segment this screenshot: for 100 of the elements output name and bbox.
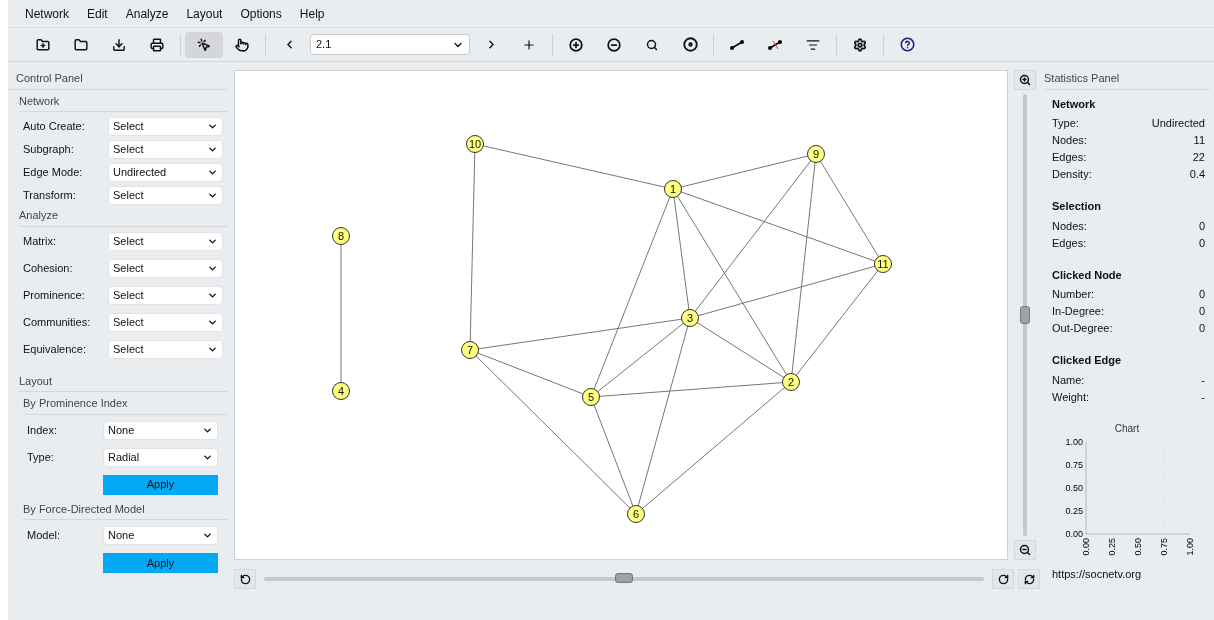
minus-circle-icon	[607, 37, 621, 52]
apply-button[interactable]: Apply	[103, 474, 218, 495]
panel-title: Control Panel	[8, 70, 228, 90]
dropdown[interactable]: None	[103, 420, 218, 440]
field-label: Matrix:	[23, 233, 57, 249]
chevron-icon	[207, 121, 218, 132]
stat-label: Nodes:	[1052, 133, 1087, 148]
help-icon	[899, 37, 915, 52]
node[interactable]: 2	[782, 373, 800, 391]
x-tick-label: 0.50	[1133, 537, 1143, 556]
node[interactable]: 6	[627, 505, 645, 523]
rotate-right-button[interactable]	[992, 569, 1014, 589]
node[interactable]: 4	[332, 382, 350, 400]
plus-icon	[522, 37, 536, 52]
node[interactable]: 11	[874, 255, 892, 273]
dropdown[interactable]: Select	[108, 186, 223, 205]
field-label: Prominence:	[23, 287, 86, 303]
apply-button[interactable]: Apply	[103, 553, 218, 573]
refresh-icon	[1023, 573, 1035, 585]
cursor-icon	[197, 37, 211, 52]
dropdown[interactable]: Select	[108, 231, 223, 251]
folder-plus-icon	[36, 37, 50, 52]
field-label: Transform:	[23, 188, 77, 204]
group-title: By Prominence Index	[23, 395, 228, 415]
menu-item[interactable]: Network	[16, 4, 78, 23]
node[interactable]: 3	[681, 309, 699, 327]
stat-value: 0	[1198, 321, 1205, 336]
stat-value: 0	[1198, 287, 1205, 302]
chevron-icon	[207, 144, 218, 155]
stat-value: 0	[1198, 235, 1205, 251]
zoom-out-button[interactable]	[1014, 540, 1036, 560]
print-icon	[150, 37, 164, 52]
chevron-icon	[202, 530, 213, 541]
menu-item[interactable]: Edit	[78, 4, 117, 23]
stat-value: -	[1201, 389, 1205, 405]
chevron-icon	[207, 190, 218, 201]
settings-icon	[853, 37, 867, 52]
stat-label: Weight:	[1052, 389, 1090, 405]
hand-icon	[235, 37, 249, 52]
rotate-left-icon	[239, 573, 251, 585]
download-icon	[112, 37, 126, 52]
menu-item[interactable]: Help	[290, 4, 334, 23]
section-heading: Clicked Edge	[1052, 353, 1123, 368]
stat-value: 0.4	[1189, 167, 1205, 182]
stat-label: Edges:	[1052, 235, 1087, 251]
rotate-left-button[interactable]	[234, 569, 256, 589]
slider-handle[interactable]	[615, 573, 633, 583]
field-label: Type:	[27, 449, 55, 465]
stat-label: In-Degree:	[1052, 304, 1104, 319]
x-tick-label: 1.00	[1185, 537, 1195, 556]
dropdown[interactable]: None	[103, 526, 218, 545]
section-heading: Clicked Node	[1052, 267, 1123, 283]
node[interactable]: 1	[664, 180, 682, 198]
search-icon	[646, 38, 658, 51]
field-label: Subgraph:	[23, 142, 75, 158]
node[interactable]: 8	[332, 227, 350, 245]
edge-icon	[730, 39, 744, 50]
dropdown[interactable]: Select	[108, 258, 223, 278]
stat-label: Type:	[1052, 116, 1079, 131]
node[interactable]: 10	[466, 135, 484, 153]
node[interactable]: 5	[582, 388, 600, 406]
filter-icon	[806, 37, 820, 52]
disc-icon	[682, 37, 698, 52]
select-tool-button[interactable]	[185, 31, 223, 58]
rotate-right-icon	[997, 573, 1009, 585]
y-tick-label: 1.00	[1065, 436, 1083, 447]
dropdown[interactable]: Radial	[103, 447, 218, 467]
menu-item[interactable]: Options	[231, 4, 291, 23]
node[interactable]: 9	[807, 145, 825, 163]
zoom-out-icon	[1019, 544, 1031, 556]
stat-value: 0	[1198, 304, 1205, 319]
zoom-in-button[interactable]	[1014, 70, 1036, 90]
edge-remove-icon	[768, 39, 782, 50]
menu-item[interactable]: Layout	[177, 4, 232, 23]
y-tick-label: 0.25	[1065, 505, 1083, 516]
section-title: Layout	[19, 372, 228, 392]
menu-item[interactable]: Analyze	[116, 4, 178, 23]
y-tick-label: 0.50	[1065, 482, 1083, 493]
slider-handle[interactable]	[1020, 306, 1030, 324]
reset-rotation-button[interactable]	[1018, 569, 1040, 589]
chart-title: Chart	[1114, 421, 1140, 436]
x-tick-label: 0.00	[1081, 537, 1091, 556]
stat-label: Out-Degree:	[1052, 321, 1113, 336]
dropdown[interactable]: Select	[108, 285, 223, 305]
dropdown[interactable]: Select	[108, 312, 223, 332]
x-tick-label: 0.75	[1159, 537, 1169, 556]
dropdown[interactable]: Undirected	[108, 163, 223, 182]
dropdown[interactable]: Select	[108, 339, 223, 359]
stat-label: Number:	[1052, 287, 1095, 302]
network-canvas[interactable]: 10 1 9 11 8 3 7 2 5 4 6	[234, 70, 1008, 560]
relation-combobox[interactable]: 2.1	[310, 34, 470, 55]
section-heading: Network	[1052, 96, 1097, 112]
dropdown[interactable]: Select	[108, 140, 223, 159]
stat-label: Nodes:	[1052, 218, 1087, 234]
zoom-in-icon	[1019, 74, 1031, 86]
website-link[interactable]: https://socnetv.org	[1044, 565, 1210, 582]
field-label: Model:	[27, 528, 62, 544]
node[interactable]: 7	[461, 341, 479, 359]
dropdown[interactable]: Select	[108, 117, 223, 136]
zoom-slider[interactable]	[1023, 94, 1027, 536]
